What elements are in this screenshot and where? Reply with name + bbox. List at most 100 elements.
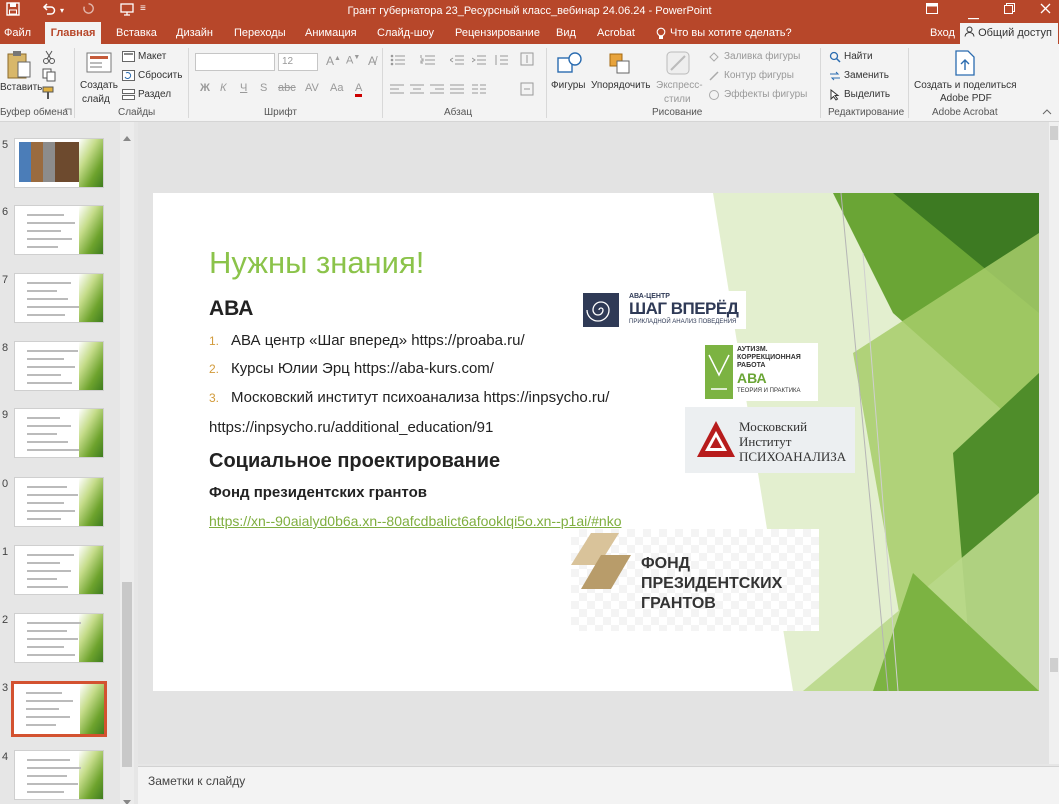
layout-icon[interactable]	[122, 51, 135, 65]
tab-home[interactable]: Главная	[45, 22, 101, 44]
minimize-icon[interactable]	[968, 9, 979, 23]
decrease-indent-icon[interactable]	[449, 54, 464, 69]
columns-icon[interactable]	[472, 84, 486, 97]
font-color-icon[interactable]: A	[355, 82, 363, 97]
tab-insert[interactable]: Вставка	[112, 22, 161, 44]
slide-thumbnail[interactable]	[14, 613, 104, 663]
slide-thumbnail[interactable]	[14, 138, 104, 188]
format-painter-icon[interactable]	[42, 86, 56, 103]
scroll-up-icon[interactable]	[123, 128, 131, 146]
tab-transitions[interactable]: Переходы	[230, 22, 290, 44]
grow-font-icon[interactable]: A▲	[326, 54, 341, 68]
notes-pane[interactable]: Заметки к слайду	[138, 766, 1059, 804]
tab-design[interactable]: Дизайн	[172, 22, 217, 44]
select-label[interactable]: Выделить	[844, 89, 890, 100]
slide-thumbnail[interactable]	[11, 681, 107, 737]
new-slide-label[interactable]: Создать	[80, 80, 118, 91]
reset-label[interactable]: Сбросить	[138, 70, 182, 81]
replace-icon[interactable]	[829, 70, 841, 85]
shapes-label[interactable]: Фигуры	[551, 80, 585, 91]
reset-icon[interactable]	[122, 70, 135, 84]
aba-heading[interactable]: АВА	[209, 297, 253, 321]
aba-book-logo[interactable]: АУТИЗМ. КОРРЕКЦИОННАЯ РАБОТА АВА ТЕОРИЯ …	[703, 343, 818, 401]
create-pdf-label-2[interactable]: Adobe PDF	[940, 93, 992, 104]
layout-label[interactable]: Макет	[138, 51, 166, 62]
fund-link[interactable]: https://xn--90aialyd0b6a.xn--80afcdbalic…	[209, 513, 621, 529]
shrink-font-icon[interactable]: A▼	[346, 54, 360, 67]
slide-thumbnail[interactable]	[14, 341, 104, 391]
ribbon-options-icon[interactable]	[926, 3, 938, 17]
font-size-select[interactable]: 12	[278, 53, 318, 71]
new-slide-label-2[interactable]: слайд	[82, 94, 110, 105]
align-left-icon[interactable]	[390, 84, 404, 97]
section-icon[interactable]	[122, 89, 135, 103]
create-pdf-label[interactable]: Создать и поделиться	[914, 80, 1017, 91]
restore-icon[interactable]	[1004, 3, 1015, 17]
tab-animation[interactable]: Анимация	[301, 22, 361, 44]
scrollbar-thumb[interactable]	[122, 582, 132, 767]
tab-review[interactable]: Рецензирование	[451, 22, 544, 44]
slide-title[interactable]: Нужны знания!	[209, 245, 424, 281]
underline-icon[interactable]: Ч	[240, 82, 247, 94]
bold-icon[interactable]: Ж	[200, 82, 210, 94]
slide-scrollbar-thumb[interactable]	[1050, 126, 1058, 140]
scroll-down-icon[interactable]	[123, 793, 131, 804]
shapes-icon[interactable]	[556, 50, 584, 81]
list-item[interactable]: 1. АВА центр «Шаг вперед» https://proaba.…	[209, 332, 525, 349]
slide-thumbnail[interactable]	[14, 408, 104, 458]
strikethrough-icon[interactable]: abc	[278, 82, 296, 94]
tell-me-search[interactable]: Что вы хотите сделать?	[670, 22, 792, 44]
find-label[interactable]: Найти	[844, 51, 873, 62]
shadow-icon[interactable]: S	[260, 82, 267, 94]
share-button[interactable]: Общий доступ	[960, 23, 1058, 44]
create-pdf-icon[interactable]	[954, 50, 976, 79]
bullets-icon[interactable]	[390, 54, 406, 69]
current-slide[interactable]: Нужны знания! АВА 1. АВА центр «Шаг впере…	[153, 193, 1039, 691]
line-spacing-icon[interactable]	[494, 54, 508, 69]
quick-styles-label[interactable]: Экспресс-	[656, 80, 703, 91]
align-center-icon[interactable]	[410, 84, 424, 97]
shape-fill-label[interactable]: Заливка фигуры	[724, 51, 800, 62]
section-label[interactable]: Раздел	[138, 89, 171, 100]
arrange-icon[interactable]	[606, 50, 634, 81]
quick-styles-icon[interactable]	[665, 50, 691, 79]
paste-label[interactable]: Вставить	[0, 82, 42, 93]
tab-view[interactable]: Вид	[552, 22, 580, 44]
tab-acrobat[interactable]: Acrobat	[593, 22, 639, 44]
clipboard-launcher-icon[interactable]	[64, 108, 72, 119]
list-item[interactable]: 2. Курсы Юлии Эрц https://aba-kurs.com/	[209, 360, 494, 377]
close-icon[interactable]	[1040, 3, 1051, 17]
shag-vpered-logo[interactable]: АВА-ЦЕНТР ШАГ ВПЕРЁД ПРИКЛАДНОЙ АНАЛИЗ П…	[581, 291, 746, 329]
select-icon[interactable]	[829, 88, 841, 104]
tab-slideshow[interactable]: Слайд-шоу	[373, 22, 438, 44]
increase-indent-icon[interactable]	[471, 54, 486, 69]
tab-file[interactable]: Файл	[0, 22, 35, 44]
shape-effects-label[interactable]: Эффекты фигуры	[724, 89, 807, 100]
paste-icon[interactable]	[6, 50, 32, 83]
quick-styles-label-2[interactable]: стили	[664, 94, 691, 105]
slide-thumbnail[interactable]	[14, 750, 104, 800]
additional-education-url[interactable]: https://inpsycho.ru/additional_education…	[209, 419, 493, 436]
cut-icon[interactable]	[42, 50, 56, 67]
copy-icon[interactable]	[42, 68, 56, 85]
char-spacing-icon[interactable]: AV	[305, 82, 319, 94]
social-heading[interactable]: Социальное проектирование	[209, 450, 500, 473]
slide-thumbnail[interactable]	[14, 477, 104, 527]
slide-scrollbar-marker[interactable]	[1050, 658, 1058, 672]
slide-scrollbar[interactable]	[1049, 122, 1059, 764]
text-direction-icon[interactable]	[520, 52, 534, 69]
slide-thumbnail[interactable]	[14, 205, 104, 255]
effects-icon[interactable]	[708, 89, 720, 104]
slide-thumbnail[interactable]	[14, 273, 104, 323]
login-link[interactable]: Вход	[930, 22, 955, 44]
list-item[interactable]: 3. Московский институт психоанализа https…	[209, 389, 609, 406]
fund-heading[interactable]: Фонд президентских грантов	[209, 484, 427, 501]
numbering-icon[interactable]	[420, 54, 436, 69]
clear-format-icon[interactable]: A̸	[368, 54, 376, 68]
arrange-label[interactable]: Упорядочить	[591, 80, 651, 91]
font-family-select[interactable]	[195, 53, 275, 71]
new-slide-icon[interactable]	[86, 50, 112, 79]
fpg-logo[interactable]: ФОНД ПРЕЗИДЕНТСКИХ ГРАНТОВ	[571, 529, 819, 631]
italic-icon[interactable]: К	[220, 82, 226, 94]
find-icon[interactable]	[829, 51, 841, 66]
